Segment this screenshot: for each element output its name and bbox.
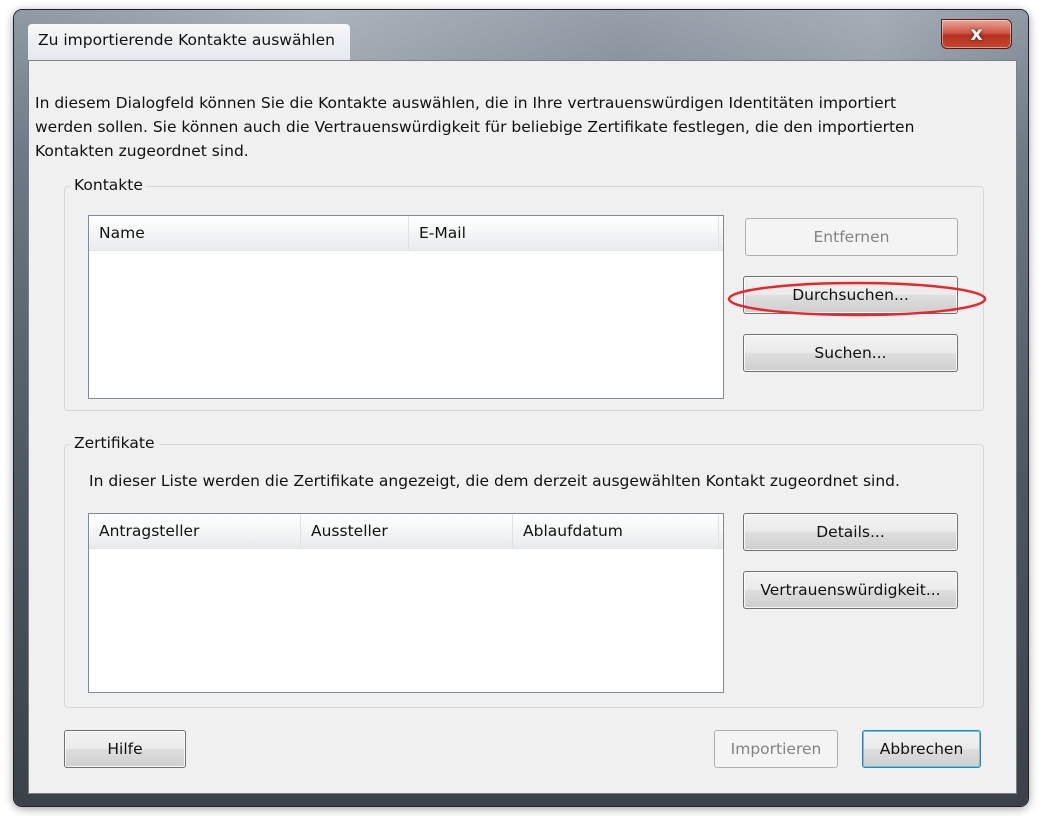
intro-line: In diesem Dialogfeld können Sie die Kont… — [35, 94, 897, 112]
certificates-group-label: Zertifikate — [70, 434, 159, 452]
browse-button[interactable]: Durchsuchen... — [743, 276, 958, 314]
column-header-issuer[interactable]: Aussteller — [301, 514, 513, 548]
window-title: Zu importierende Kontakte auswählen — [38, 31, 335, 49]
intro-text: In diesem Dialogfeld können Sie die Kont… — [35, 91, 965, 163]
search-button[interactable]: Suchen... — [743, 334, 958, 372]
column-header-email[interactable]: E-Mail — [409, 216, 719, 250]
close-icon: x — [970, 23, 983, 45]
close-button[interactable]: x — [941, 19, 1012, 49]
intro-line: werden sollen. Sie können auch die Vertr… — [35, 118, 915, 136]
cancel-button[interactable]: Abbrechen — [862, 730, 981, 768]
contacts-list-header: Name E-Mail — [89, 216, 723, 251]
import-button[interactable]: Importieren — [714, 730, 838, 768]
contacts-group-label: Kontakte — [70, 176, 147, 194]
details-button[interactable]: Details... — [743, 513, 958, 551]
column-header-name[interactable]: Name — [89, 216, 409, 250]
trust-button[interactable]: Vertrauenswürdigkeit... — [743, 571, 958, 609]
remove-button[interactable]: Entfernen — [745, 218, 958, 256]
contacts-list[interactable]: Name E-Mail — [88, 215, 724, 399]
intro-line: Kontakten zugeordnet sind. — [35, 142, 249, 160]
column-header-expiry[interactable]: Ablaufdatum — [513, 514, 719, 548]
certificates-list-header: Antragsteller Aussteller Ablaufdatum — [89, 514, 723, 549]
certificates-list[interactable]: Antragsteller Aussteller Ablaufdatum — [88, 513, 724, 693]
column-header-subject[interactable]: Antragsteller — [89, 514, 301, 548]
help-button[interactable]: Hilfe — [64, 730, 186, 768]
certificates-description: In dieser Liste werden die Zertifikate a… — [89, 472, 900, 490]
